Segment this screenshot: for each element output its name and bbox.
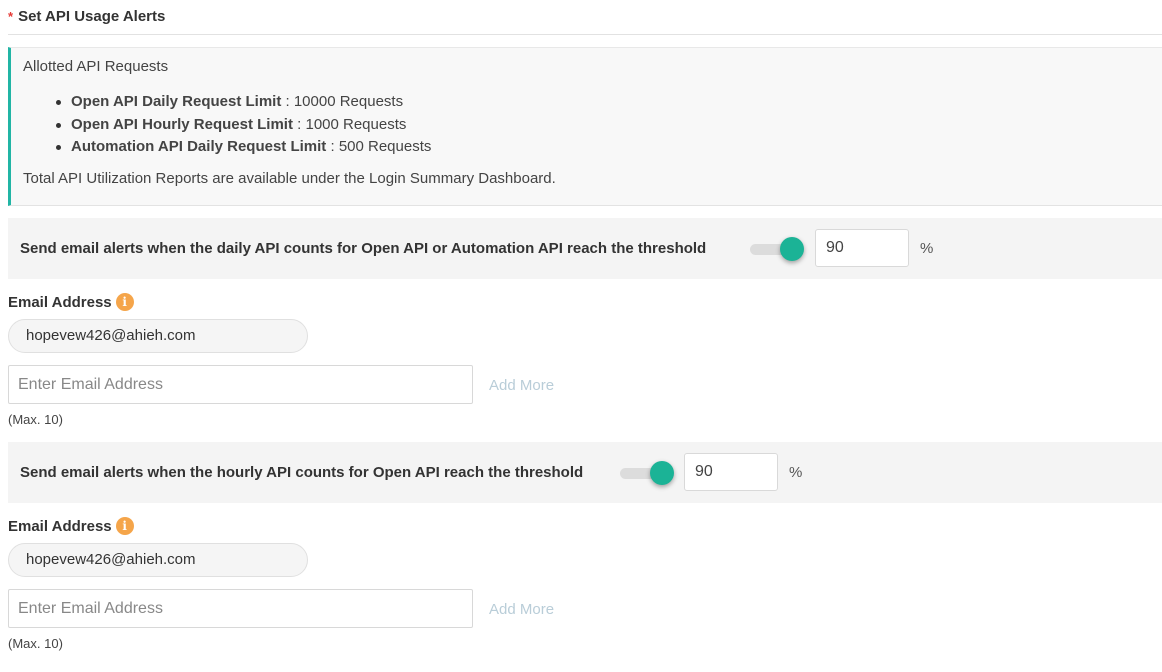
toggle-knob (650, 461, 674, 485)
hourly-alert-row: Send email alerts when the hourly API co… (8, 442, 1162, 503)
limit-value: : 1000 Requests (292, 115, 407, 133)
email-label-text: Email Address (8, 517, 112, 535)
hourly-threshold-unit: % (789, 464, 803, 481)
limit-label: Automation API Daily Request Limit (71, 138, 327, 155)
daily-add-more-link[interactable]: Add More (489, 376, 554, 396)
hourly-max-note: (Max. 10) (8, 636, 63, 651)
daily-alert-row: Send email alerts when the daily API cou… (8, 218, 1162, 279)
daily-email-chip[interactable]: hopevew426@ahieh.com (8, 319, 308, 353)
daily-email-label: Email Address i (8, 292, 134, 312)
daily-email-input[interactable] (8, 365, 473, 404)
section-title: Set API Usage Alerts (18, 7, 166, 25)
utilization-note: Total API Utilization Reports are availa… (23, 170, 556, 187)
email-label-text: Email Address (8, 293, 112, 311)
hourly-alert-text: Send email alerts when the hourly API co… (20, 464, 584, 481)
info-circle-icon[interactable]: i (115, 293, 134, 311)
limits-list: Open API Daily Request Limit : 10000 Req… (55, 91, 432, 159)
allotted-requests-heading: Allotted API Requests (23, 58, 169, 75)
allotted-requests-panel: Allotted API Requests Open API Daily Req… (8, 47, 1162, 206)
limit-label: Open API Hourly Request Limit (71, 115, 293, 133)
hourly-email-input[interactable] (8, 589, 473, 628)
limit-value: : 10000 Requests (281, 93, 404, 110)
hourly-email-label: Email Address i (8, 516, 134, 536)
info-circle-icon[interactable]: i (115, 517, 134, 535)
hourly-email-chip[interactable]: hopevew426@ahieh.com (8, 543, 308, 577)
list-item: Automation API Daily Request Limit : 500… (55, 136, 432, 159)
limit-label: Open API Daily Request Limit (71, 93, 282, 110)
daily-max-note: (Max. 10) (8, 412, 63, 427)
toggle-knob (780, 237, 804, 261)
hourly-alert-toggle[interactable] (620, 461, 674, 485)
hourly-add-more-link[interactable]: Add More (489, 600, 554, 620)
list-item: Open API Hourly Request Limit : 1000 Req… (55, 114, 431, 137)
daily-alert-toggle[interactable] (750, 237, 804, 261)
title-divider (8, 34, 1162, 35)
limit-value: : 500 Requests (326, 138, 432, 155)
daily-alert-text: Send email alerts when the daily API cou… (20, 240, 707, 257)
daily-threshold-input[interactable] (815, 229, 909, 267)
daily-threshold-unit: % (920, 240, 934, 257)
required-marker: * (8, 8, 14, 24)
list-item: Open API Daily Request Limit : 10000 Req… (55, 91, 431, 114)
hourly-threshold-input[interactable] (684, 453, 778, 491)
section-header: * Set API Usage Alerts (8, 6, 165, 26)
